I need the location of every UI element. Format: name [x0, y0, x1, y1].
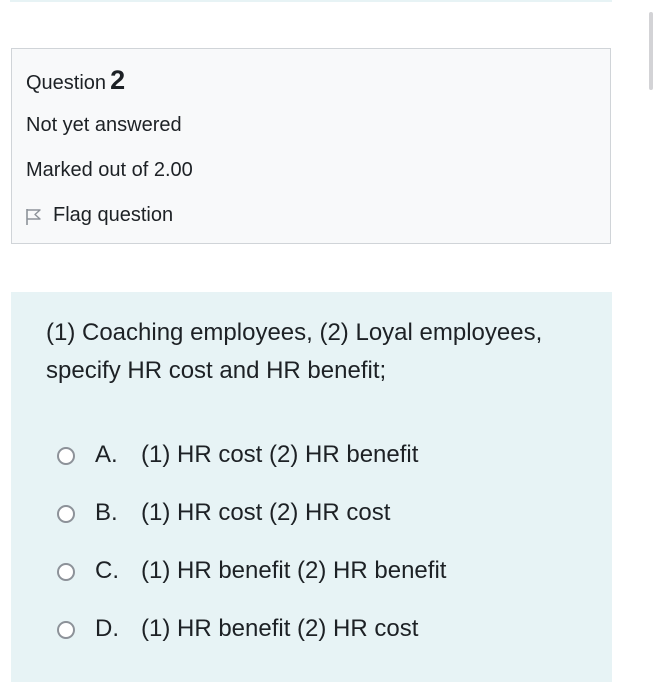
question-text: (1) Coaching employees, (2) Loyal employ…: [46, 319, 543, 384]
answer-option-b[interactable]: B. (1) HR cost (2) HR cost: [57, 484, 446, 542]
question-heading: Question 2: [26, 65, 125, 98]
previous-content-edge: [10, 0, 612, 2]
option-letter: C.: [95, 557, 119, 584]
question-grade: Marked out of 2.00: [26, 159, 193, 181]
question-state: Not yet answered: [26, 114, 182, 136]
vertical-scrollbar[interactable]: [644, 0, 656, 700]
option-letter: B.: [95, 499, 118, 526]
radio-button-d[interactable]: [57, 621, 75, 639]
flag-question-button[interactable]: Flag question: [25, 202, 173, 228]
flag-icon: [26, 209, 41, 225]
option-letter: A.: [95, 441, 118, 468]
answer-options: A. (1) HR cost (2) HR benefit B. (1) HR …: [57, 426, 446, 658]
flag-question-label: Flag question: [53, 203, 174, 226]
radio-button-b[interactable]: [57, 505, 75, 523]
option-text[interactable]: (1) HR benefit (2) HR benefit: [141, 557, 446, 585]
question-info-panel: Question 2 Not yet answered Marked out of…: [11, 48, 611, 244]
option-text[interactable]: (1) HR benefit (2) HR cost: [141, 615, 418, 643]
radio-button-c[interactable]: [57, 563, 75, 581]
answer-option-a[interactable]: A. (1) HR cost (2) HR benefit: [57, 426, 446, 484]
option-text[interactable]: (1) HR cost (2) HR benefit: [141, 441, 418, 469]
answer-option-d[interactable]: D. (1) HR benefit (2) HR cost: [57, 600, 446, 658]
radio-button-a[interactable]: [57, 447, 75, 465]
scrollbar-thumb[interactable]: [649, 12, 653, 90]
question-number: 2: [110, 65, 126, 95]
quiz-page: Question 2 Not yet answered Marked out of…: [0, 0, 656, 700]
question-label: Question: [26, 72, 107, 94]
option-text[interactable]: (1) HR cost (2) HR cost: [141, 499, 390, 527]
option-letter: D.: [95, 615, 119, 642]
answer-option-c[interactable]: C. (1) HR benefit (2) HR benefit: [57, 542, 446, 600]
question-content-panel: (1) Coaching employees, (2) Loyal employ…: [11, 292, 612, 682]
